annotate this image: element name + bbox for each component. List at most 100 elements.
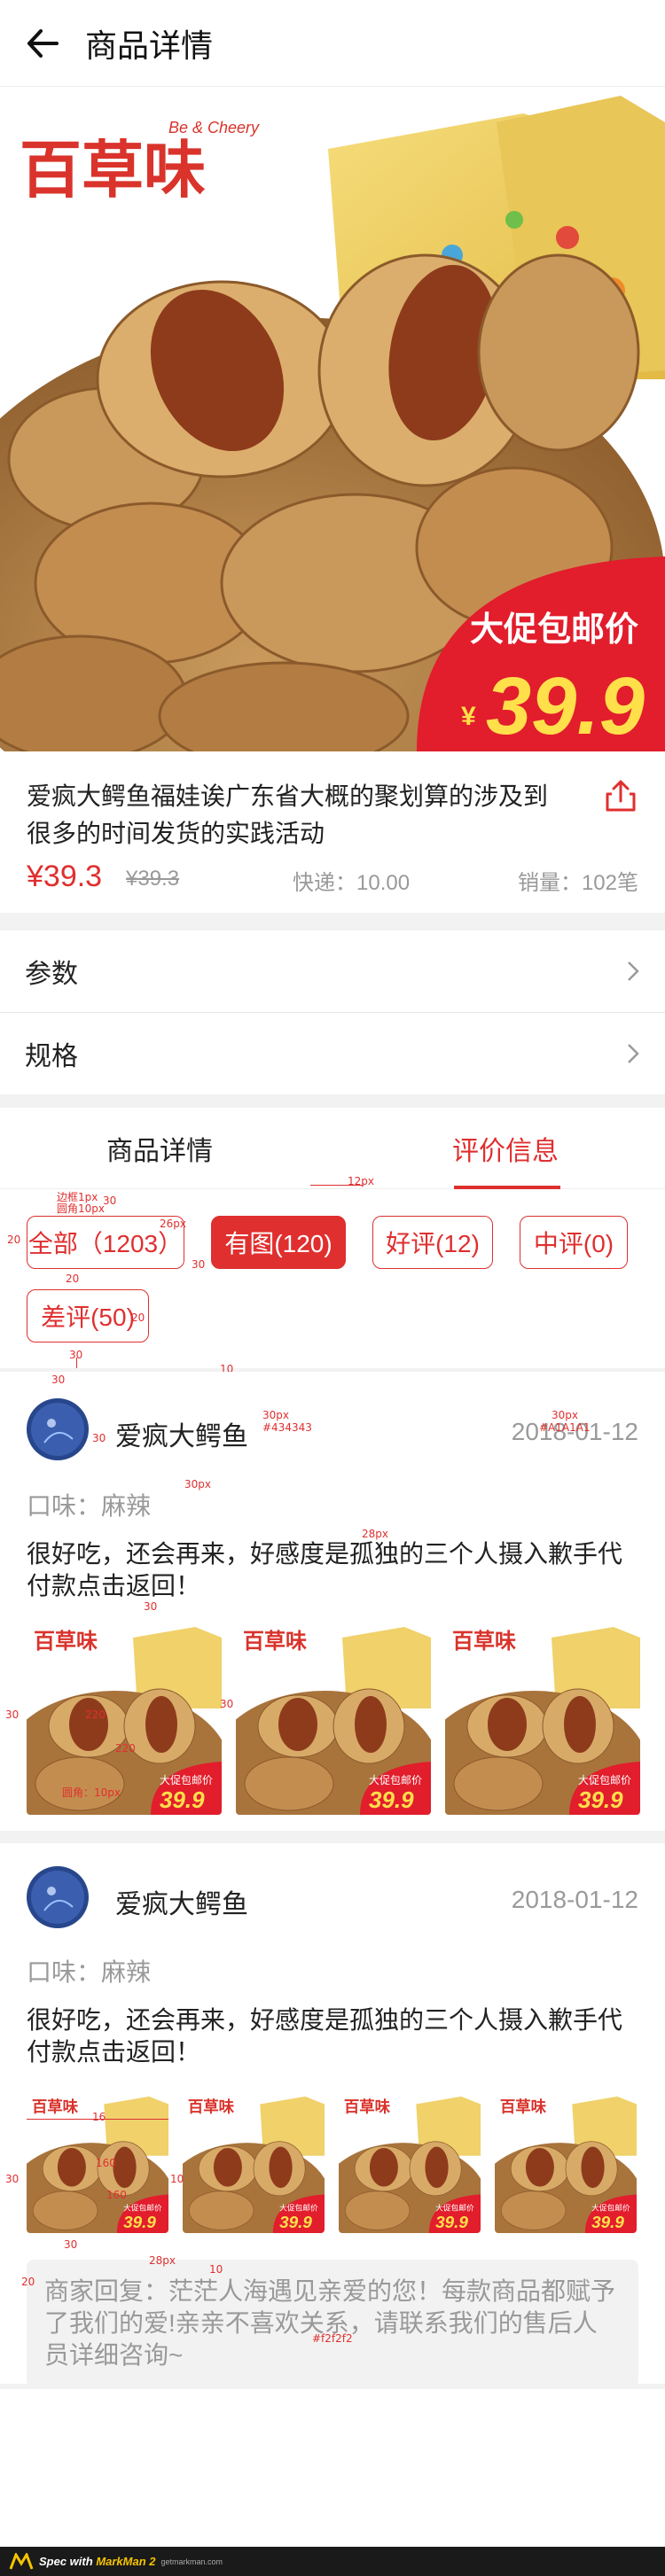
svg-text:39.9: 39.9	[578, 1786, 623, 1813]
page-title: 商品详情	[85, 27, 214, 64]
avatar	[27, 1866, 89, 1928]
review-taste: 口味：麻辣	[27, 1958, 152, 1986]
spec-annotation: 30	[103, 1195, 117, 1207]
svg-text:Be & Cheery: Be & Cheery	[168, 119, 260, 136]
spec-annotation: 圆角10px	[57, 1202, 105, 1215]
review-image[interactable]: 百草味大促包邮价 39.9	[495, 2091, 637, 2233]
spec-annotation: #f2f2f2	[312, 2332, 353, 2345]
reviewer-name: 爱疯大鳄鱼	[115, 1422, 248, 1451]
svg-text:39.9: 39.9	[486, 661, 645, 751]
tab-reviews[interactable]: 评价信息	[372, 1108, 638, 1189]
svg-text:39.9: 39.9	[160, 1786, 205, 1813]
current-price: ¥39.3	[27, 860, 103, 893]
spec-annotation: 10	[170, 2173, 184, 2185]
section-gap	[0, 913, 665, 930]
spec-annotation: 30	[5, 2173, 20, 2185]
section-gap	[0, 2384, 665, 2389]
review-image[interactable]: 百草味大促包邮价 39.9	[183, 2091, 325, 2233]
spec-annotation: 16	[92, 2111, 106, 2123]
product-info: 爱疯大鳄鱼福娃诶广东省大概的聚划算的涉及到很多的时间发货的实践活动 ¥39.3 …	[0, 751, 665, 913]
review-image[interactable]: 百草味大促包邮价 39.9	[339, 2091, 481, 2233]
svg-text:大促包邮价: 大促包邮价	[369, 1774, 422, 1786]
spec-annotation: 30	[51, 1374, 66, 1386]
review-image[interactable]: 百草味 大促包邮价 39.9	[236, 1620, 431, 1815]
svg-text:百草味: 百草味	[344, 2097, 391, 2115]
spec-annotation: 20	[131, 1311, 145, 1324]
arrow-left-icon	[27, 28, 59, 58]
svg-text:39.9: 39.9	[435, 2214, 468, 2232]
filter-positive[interactable]: 好评(12)	[372, 1216, 493, 1269]
svg-text:¥: ¥	[461, 702, 476, 731]
section-gap	[0, 1094, 665, 1108]
detail-tabs: 商品详情 评价信息	[0, 1108, 665, 1189]
spec-annotation: 30	[92, 1432, 106, 1444]
spec-annotation: 26px	[160, 1218, 186, 1230]
spec-annotation: 20	[21, 2276, 35, 2288]
svg-text:39.9: 39.9	[123, 2214, 156, 2232]
spec-annotation: 30	[5, 1708, 20, 1721]
spec-annotation: 160	[106, 2189, 127, 2201]
spec-line	[310, 1185, 364, 1186]
spec-annotation: 30	[220, 1698, 234, 1710]
product-hero-image: 百草味 Be & Cheery 大促包邮价 ¥ 39.9	[0, 87, 665, 751]
share-button[interactable]	[603, 778, 638, 813]
spec-annotation: 30	[144, 1600, 158, 1613]
svg-text:大促包邮价: 大促包邮价	[123, 2203, 162, 2213]
spec-annotation: 20	[66, 1272, 80, 1285]
svg-text:39.9: 39.9	[591, 2214, 624, 2232]
svg-text:大促包邮价: 大促包邮价	[160, 1774, 213, 1786]
spec-annotation: 220	[115, 1742, 136, 1755]
section-gap	[0, 1831, 665, 1843]
svg-text:百草味: 百草味	[243, 1630, 307, 1654]
review-image[interactable]: 百草味 大促包邮价 39.9	[445, 1620, 640, 1815]
svg-text:大促包邮价: 大促包邮价	[470, 611, 638, 649]
review-text: 很好吃，还会再来，好感度是孤独的三个人摄入歉手代付款点击返回！	[27, 2006, 623, 2066]
chevron-right-icon	[628, 1044, 639, 1063]
spec-annotation: 30px	[552, 1409, 578, 1421]
markman-logo-icon	[9, 2552, 34, 2570]
spec-label: 规格	[25, 1042, 78, 1071]
spec-row[interactable]: 规格	[0, 1013, 665, 1094]
tab-product-detail[interactable]: 商品详情	[27, 1108, 293, 1189]
filter-neutral[interactable]: 中评(0)	[520, 1216, 628, 1269]
params-row[interactable]: 参数	[0, 930, 665, 1012]
footer-brand: Spec with MarkMan 2	[39, 2555, 156, 2568]
svg-text:百草味: 百草味	[500, 2097, 547, 2115]
svg-text:大促包邮价: 大促包邮价	[279, 2203, 318, 2213]
avatar	[27, 1398, 89, 1460]
spec-footer-bar: Spec with MarkMan 2 getmarkman.com	[0, 2547, 665, 2576]
reviewer-name: 爱疯大鳄鱼	[115, 1890, 248, 1919]
review-taste: 口味：麻辣	[27, 1492, 152, 1520]
svg-text:大促包邮价: 大促包邮价	[591, 2203, 630, 2213]
review-date: 2018-01-12	[511, 1886, 638, 1913]
params-label: 参数	[25, 960, 78, 989]
chevron-right-icon	[628, 961, 639, 981]
merchant-reply: 商家回复：茫茫人海遇见亲爱的您！每款商品都赋予了我们的爱!亲亲不喜欢关系，请联系…	[27, 2260, 638, 2387]
spec-annotation: 160	[96, 2157, 116, 2169]
review-item: 爱疯大鳄鱼 2018-01-12 口味：麻辣 很好吃，还会再来，好感度是孤独的三…	[0, 1843, 665, 2387]
svg-text:大促包邮价: 大促包邮价	[435, 2203, 474, 2213]
spec-annotation: 20	[7, 1234, 21, 1246]
spec-annotation: 220	[85, 1708, 106, 1721]
sales-count: 销量：102笔	[517, 871, 638, 895]
brand-logo: 百草味	[20, 136, 206, 205]
filter-with-images[interactable]: 有图(120)	[211, 1216, 346, 1269]
svg-text:百草味: 百草味	[32, 2097, 79, 2115]
spec-annotation: 28px	[362, 1528, 388, 1540]
svg-text:百草味: 百草味	[34, 1630, 98, 1654]
footer-url: getmarkman.com	[160, 2557, 223, 2566]
top-bar: 商品详情	[0, 0, 665, 87]
review-image[interactable]: 百草味大促包邮价 39.9	[27, 1620, 222, 1815]
spec-annotation: #434343	[262, 1421, 312, 1434]
spec-annotation: 30px	[262, 1409, 289, 1421]
svg-text:百草味: 百草味	[188, 2097, 235, 2115]
review-item: 爱疯大鳄鱼 2018-01-12 口味：麻辣 很好吃，还会再来，好感度是孤独的三…	[0, 1372, 665, 1815]
spec-annotation: 圆角：10px	[62, 1786, 121, 1799]
spec-annotation: 28px	[149, 2254, 176, 2267]
original-price: ¥39.3	[126, 867, 180, 891]
spec-annotation: 10	[209, 2263, 223, 2276]
product-title: 爱疯大鳄鱼福娃诶广东省大概的聚划算的涉及到很多的时间发货的实践活动	[27, 782, 549, 847]
back-button[interactable]	[0, 0, 85, 87]
svg-text:39.9: 39.9	[279, 2214, 312, 2232]
spec-annotation: 30px	[184, 1478, 211, 1490]
